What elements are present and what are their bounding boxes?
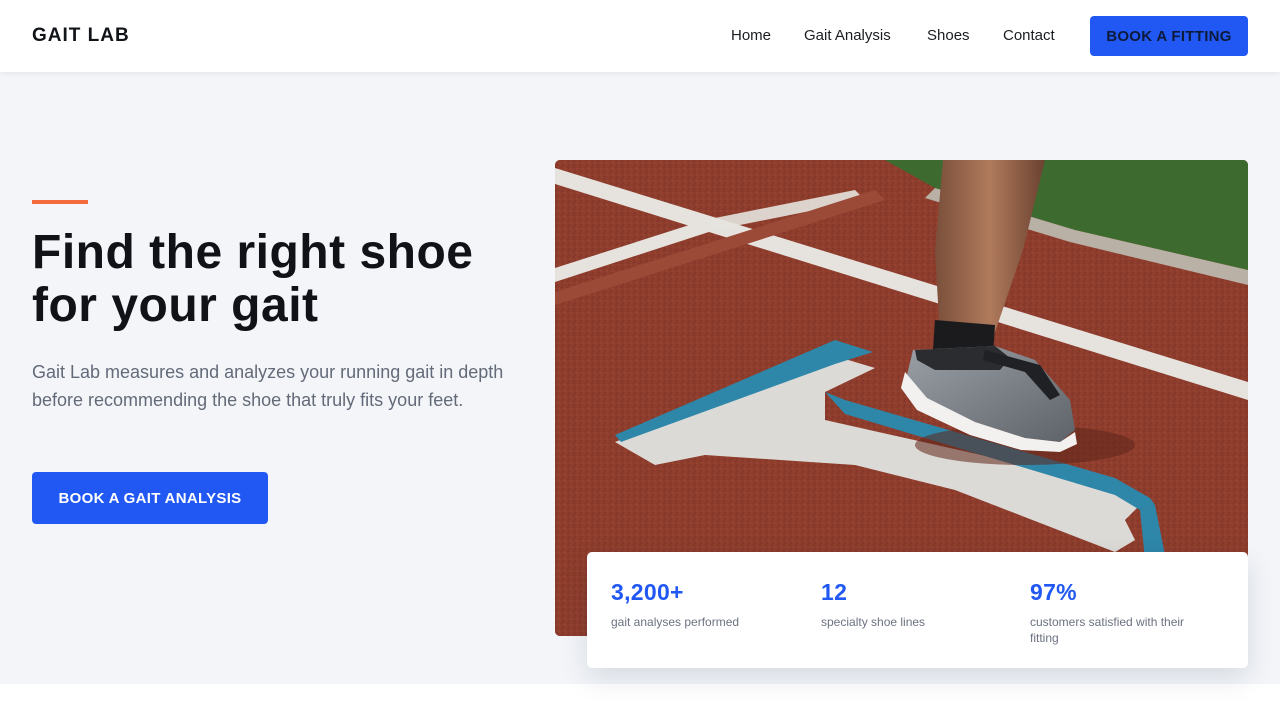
stat-label: gait analyses performed — [611, 615, 740, 629]
nav-link-contact[interactable]: Contact — [1003, 26, 1055, 46]
brand-logo[interactable]: GAIT LAB — [32, 24, 130, 48]
stat-shoe-lines: 12 specialty shoe lines — [821, 578, 1011, 630]
hero-section: Find the right shoe for your gait Gait L… — [0, 72, 1280, 684]
nav-link-home[interactable]: Home — [731, 26, 771, 46]
stats-card: 3,200+ gait analyses performed 12 specia… — [587, 552, 1248, 668]
stat-satisfaction: 97% customers satisfied with their fitti… — [1030, 578, 1220, 646]
hero-title: Find the right shoe for your gait — [32, 226, 474, 332]
book-gait-analysis-button[interactable]: BOOK A GAIT ANALYSIS — [32, 472, 268, 524]
stat-value: 12 — [821, 579, 848, 605]
stat-value: 3,200+ — [611, 579, 684, 605]
stat-label: customers satisfied with their fitting — [1030, 615, 1185, 645]
book-fitting-button[interactable]: BOOK A FITTING — [1090, 16, 1248, 56]
stat-analyses: 3,200+ gait analyses performed — [611, 578, 801, 630]
stat-value: 97% — [1030, 579, 1077, 605]
site-header: GAIT LAB Home Gait Analysis Shoes Contac… — [0, 0, 1280, 72]
hero-description: Gait Lab measures and analyzes your runn… — [32, 362, 504, 410]
accent-bar — [32, 200, 88, 204]
nav-link-shoes[interactable]: Shoes — [927, 26, 970, 46]
stat-label: specialty shoe lines — [821, 615, 926, 629]
nav-link-gait-analysis[interactable]: Gait Analysis — [804, 26, 891, 46]
